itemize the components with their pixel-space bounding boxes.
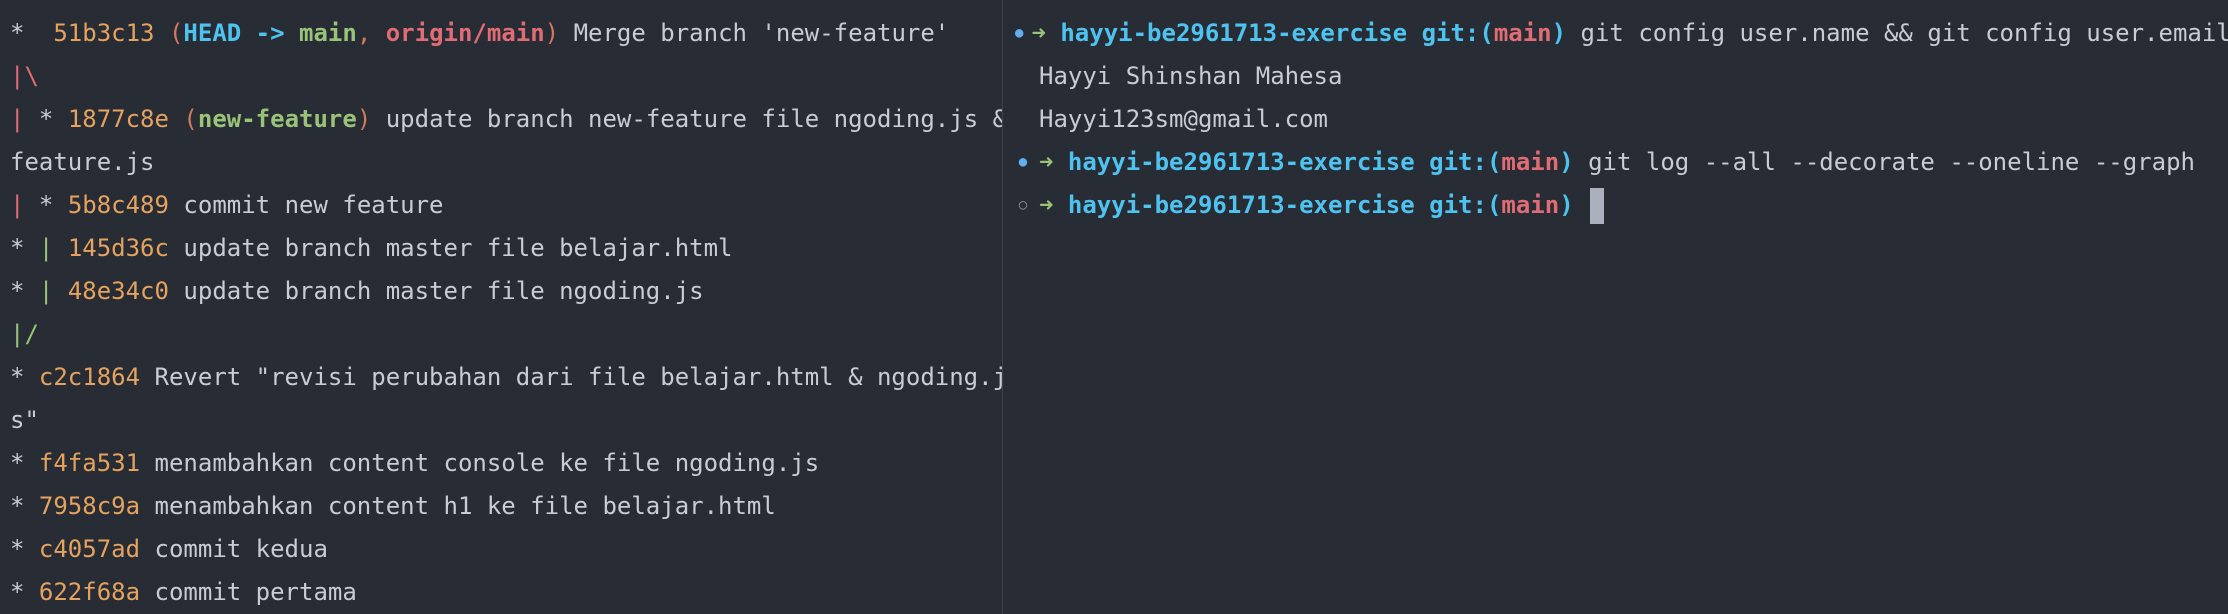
output-line: Hayyi Shinshan Mahesa bbox=[1039, 62, 1343, 90]
graph-line: |\ bbox=[10, 55, 992, 98]
prompt-branch: main bbox=[1501, 148, 1560, 176]
prompt-git-label: git:( bbox=[1421, 19, 1494, 47]
graph-commit-marker: * bbox=[10, 363, 39, 391]
commit-hash: 5b8c489 bbox=[67, 191, 169, 219]
prompt-directory: hayyi-be2961713-exercise bbox=[1067, 148, 1415, 176]
graph-line: * c2c1864 Revert "revisi perubahan dari … bbox=[10, 356, 1002, 399]
commit-hash: 145d36c bbox=[67, 234, 169, 262]
graph-commit-marker: * bbox=[10, 19, 54, 47]
commit-message: s" bbox=[10, 406, 39, 434]
terminal-window: * 51b3c13 (HEAD -> main, origin/main) Me… bbox=[0, 0, 2228, 614]
graph-line: * 51b3c13 (HEAD -> main, origin/main) Me… bbox=[10, 19, 950, 47]
status-dot-empty-icon: ○ bbox=[1018, 197, 1028, 213]
ref-label-head: HEAD -> bbox=[183, 19, 300, 47]
ref-label-main: main bbox=[299, 19, 357, 47]
graph-line: * 7958c9a menambahkan content h1 ke file… bbox=[10, 485, 992, 528]
command-line-1: ● ➜ hayyi-be2961713-exercise git:(main) … bbox=[1015, 12, 2228, 55]
commit-hash: 7958c9a bbox=[38, 492, 141, 520]
commit-hash: 48e34c0 bbox=[67, 277, 169, 305]
graph-branch-line: | bbox=[10, 105, 39, 133]
commit-message: commit pertama bbox=[154, 578, 357, 606]
graph-line: * 622f68a commit pertama bbox=[10, 571, 992, 614]
commit-hash: c4057ad bbox=[38, 535, 141, 563]
graph-commit-marker: * bbox=[10, 234, 39, 262]
prompt-git-close: ) bbox=[1559, 191, 1574, 219]
command-text: git log --all --decorate --oneline --gra… bbox=[1588, 148, 2195, 176]
graph-line: * c4057ad commit kedua bbox=[10, 528, 992, 571]
prompt-git-close: ) bbox=[1551, 19, 1567, 47]
commit-hash: f4fa531 bbox=[38, 449, 141, 477]
prompt-arrow-icon: ➜ bbox=[1039, 191, 1054, 219]
prompt-directory: hayyi-be2961713-exercise bbox=[1060, 19, 1408, 47]
graph-branch-line: |\ bbox=[10, 62, 39, 90]
text-cursor bbox=[1590, 187, 1605, 224]
graph-commit-marker: * bbox=[10, 277, 39, 305]
graph-line-continuation: s" bbox=[10, 399, 992, 442]
status-dot-icon: ● bbox=[1015, 25, 1024, 41]
commit-message: commit kedua bbox=[154, 535, 328, 563]
prompt-git-close: ) bbox=[1559, 148, 1574, 176]
commit-hash: 1877c8e bbox=[67, 105, 169, 133]
shell-pane[interactable]: ● ➜ hayyi-be2961713-exercise git:(main) … bbox=[1003, 0, 2228, 614]
commit-hash: c2c1864 bbox=[38, 363, 141, 391]
commit-hash: 622f68a bbox=[38, 578, 141, 606]
commit-hash: 51b3c13 bbox=[53, 19, 155, 47]
graph-branch-line: | bbox=[38, 277, 68, 305]
git-graph-pane[interactable]: * 51b3c13 (HEAD -> main, origin/main) Me… bbox=[0, 0, 1002, 614]
commit-message: commit new feature bbox=[183, 191, 444, 219]
graph-commit-marker: * bbox=[10, 578, 39, 606]
commit-message: menambahkan content h1 ke file belajar.h… bbox=[154, 492, 776, 520]
graph-line: | * 5b8c489 commit new feature bbox=[10, 184, 992, 227]
graph-commit-marker: * bbox=[10, 449, 39, 477]
prompt-git-label: git:( bbox=[1429, 191, 1502, 219]
commit-message: Merge branch 'new-feature' bbox=[573, 19, 950, 47]
command-line-2: ● ➜ hayyi-be2961713-exercise git:(main) … bbox=[1015, 141, 2216, 184]
prompt-directory: hayyi-be2961713-exercise bbox=[1067, 191, 1415, 219]
commit-message: update branch master file ngoding.js bbox=[183, 277, 704, 305]
prompt-git-label: git:( bbox=[1429, 148, 1502, 176]
prompt-branch: main bbox=[1493, 19, 1552, 47]
graph-commit-marker: * bbox=[38, 105, 68, 133]
graph-line: | * 1877c8e (new-feature) update branch … bbox=[10, 98, 1002, 141]
graph-branch-line: |/ bbox=[10, 320, 39, 348]
command-text: git config user.name && git config user.… bbox=[1580, 19, 2228, 47]
graph-line: * | 145d36c update branch master file be… bbox=[10, 227, 992, 270]
graph-commit-marker: * bbox=[10, 492, 39, 520]
commit-message: update branch master file belajar.html bbox=[183, 234, 733, 262]
prompt-branch: main bbox=[1501, 191, 1560, 219]
graph-branch-line: | bbox=[10, 191, 39, 219]
graph-commit-marker: * bbox=[10, 535, 39, 563]
ref-label-origin: origin/main bbox=[385, 19, 545, 47]
ref-label-feature: new-feature bbox=[197, 105, 357, 133]
graph-branch-line: | bbox=[38, 234, 68, 262]
commit-message: update branch new-feature file ngoding.j… bbox=[385, 105, 1002, 133]
graph-commit-marker: * bbox=[38, 191, 68, 219]
commit-message: Revert "revisi perubahan dari file belaj… bbox=[154, 363, 1002, 391]
commit-message: feature.js bbox=[10, 148, 155, 176]
graph-line: |/ bbox=[10, 313, 992, 356]
prompt-arrow-icon: ➜ bbox=[1031, 19, 1046, 47]
command-line-3[interactable]: ○ ➜ hayyi-be2961713-exercise git:(main) bbox=[1015, 184, 2216, 227]
output-line: Hayyi123sm@gmail.com bbox=[1039, 105, 1328, 133]
ref-label-comma: , bbox=[356, 19, 386, 47]
graph-line-continuation: feature.js bbox=[10, 141, 992, 184]
graph-line: * | 48e34c0 update branch master file ng… bbox=[10, 270, 992, 313]
status-dot-icon: ● bbox=[1018, 154, 1028, 170]
graph-line: * f4fa531 menambahkan content console ke… bbox=[10, 442, 992, 485]
commit-message: menambahkan content console ke file ngod… bbox=[154, 449, 820, 477]
prompt-arrow-icon: ➜ bbox=[1039, 148, 1054, 176]
